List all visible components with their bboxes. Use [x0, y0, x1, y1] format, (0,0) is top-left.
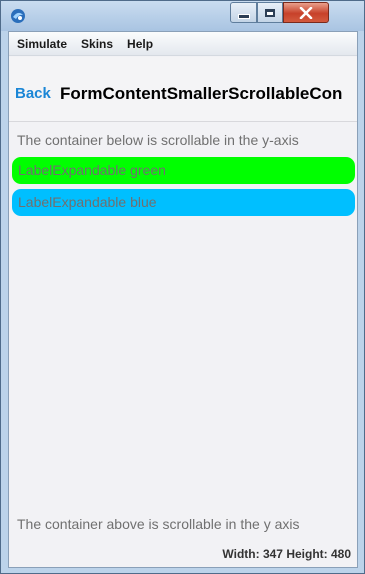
form-toolbar: Back FormContentSmallerScrollableCon — [9, 57, 357, 122]
scrollable-container[interactable]: LabelExpandable green LabelExpandable bl… — [12, 157, 355, 547]
menu-help[interactable]: Help — [127, 37, 153, 51]
info-label-top: The container below is scrollable in the… — [17, 132, 299, 148]
close-button[interactable] — [283, 2, 329, 23]
label-expandable-blue: LabelExpandable blue — [12, 189, 355, 216]
simulator-window: Simulate Skins Help Back FormContentSmal… — [0, 0, 365, 574]
client-area: Simulate Skins Help Back FormContentSmal… — [8, 31, 358, 568]
back-button[interactable]: Back — [15, 85, 51, 102]
form-content: The container below is scrollable in the… — [9, 123, 357, 513]
minimize-button[interactable] — [230, 2, 257, 23]
menu-simulate[interactable]: Simulate — [17, 37, 67, 51]
form-title: FormContentSmallerScrollableCon — [60, 84, 343, 103]
maximize-icon — [265, 8, 275, 17]
app-icon — [10, 8, 26, 24]
menu-bar: Simulate Skins Help — [9, 32, 357, 56]
close-icon — [299, 6, 313, 19]
title-bar[interactable] — [1, 1, 364, 31]
info-label-bottom: The container above is scrollable in the… — [17, 516, 300, 532]
maximize-button[interactable] — [257, 2, 283, 23]
dimensions-readout: Width: 347 Height: 480 — [222, 547, 351, 561]
status-bar: Width: 347 Height: 480 — [9, 542, 357, 567]
label-expandable-green: LabelExpandable green — [12, 157, 355, 184]
minimize-icon — [237, 13, 250, 19]
menu-skins[interactable]: Skins — [81, 37, 113, 51]
